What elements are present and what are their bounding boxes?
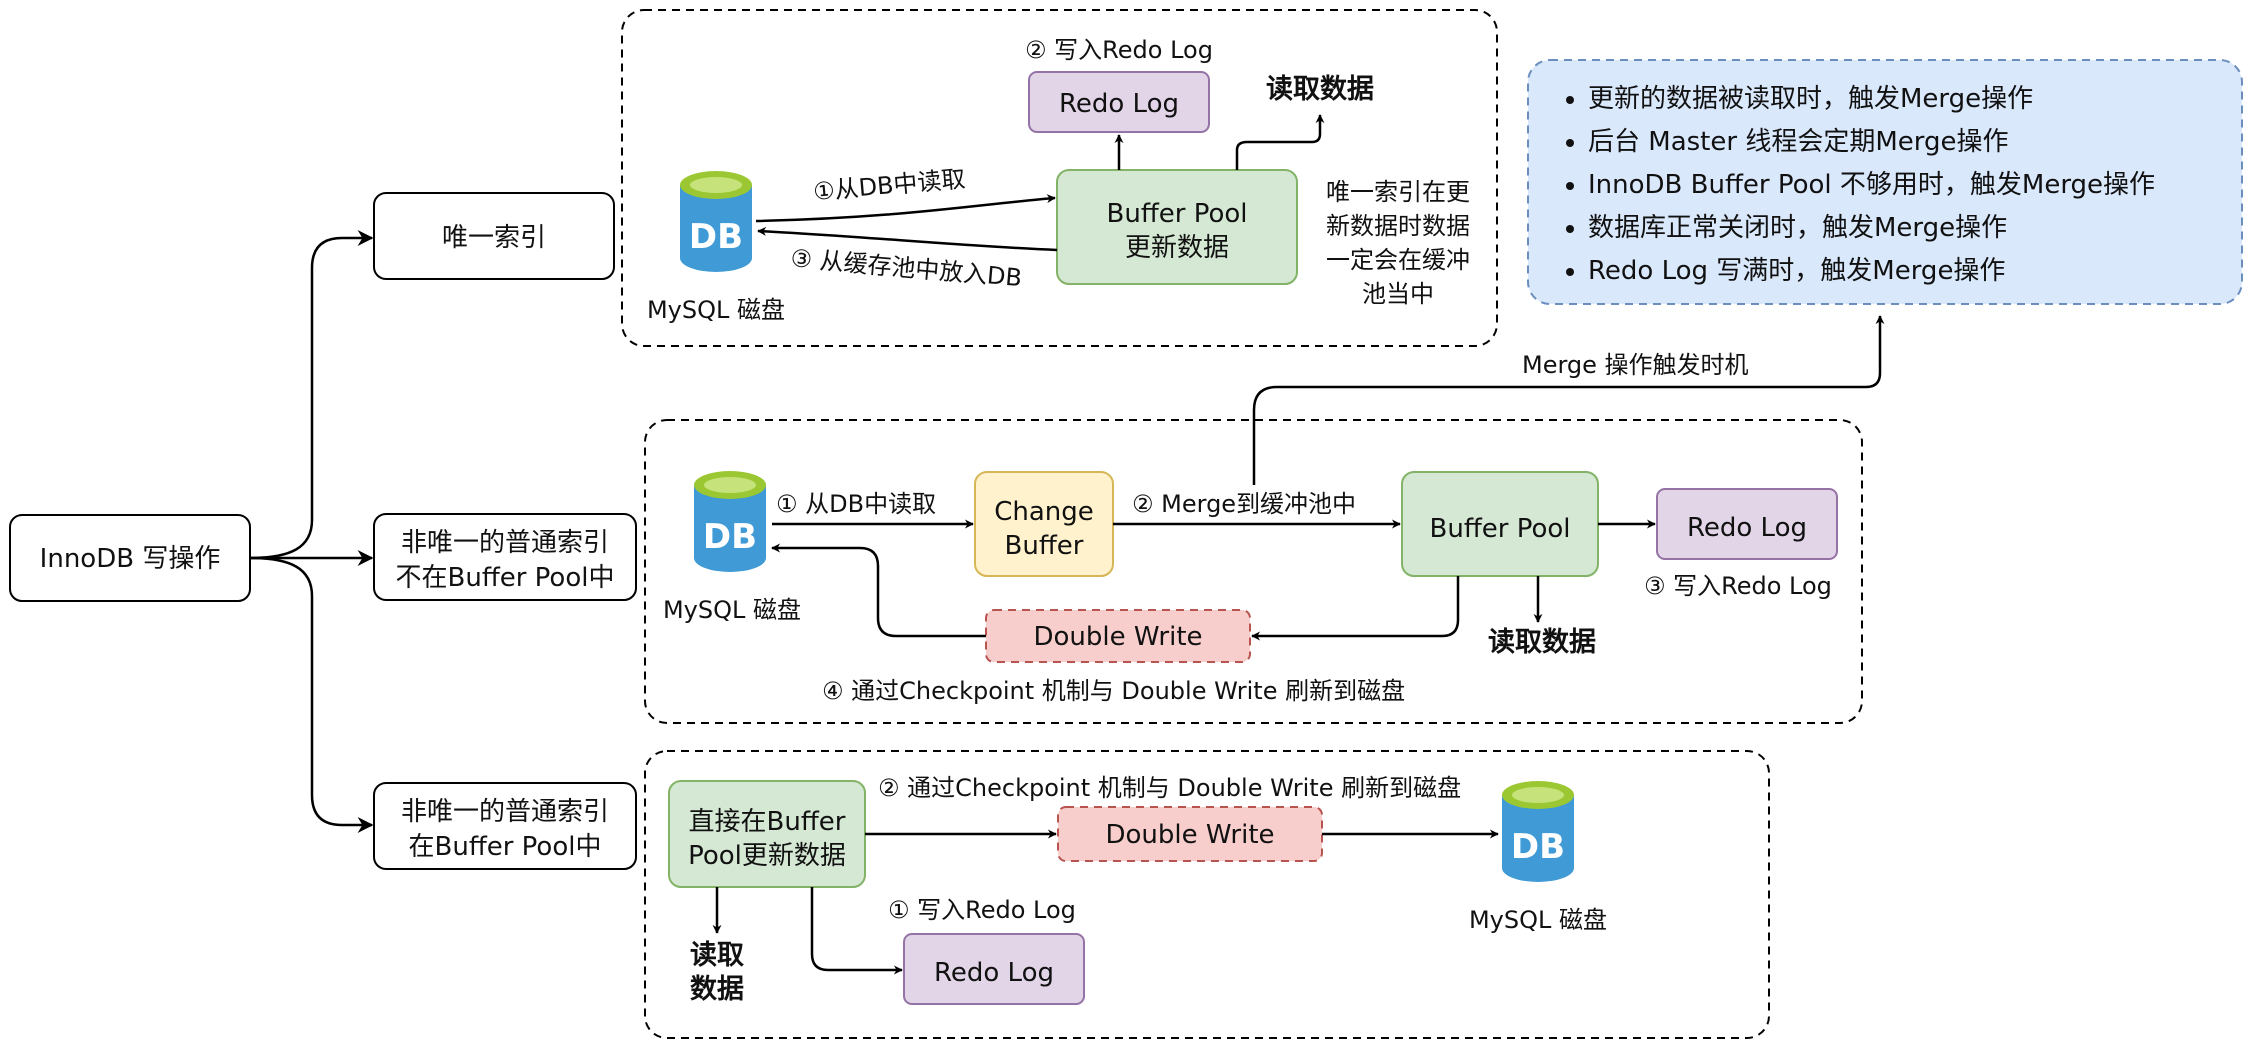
branch-not-in-pool-line1: 非唯一的普通索引 xyxy=(401,528,609,558)
section2-change-buffer-line2: Buffer xyxy=(1005,531,1084,561)
section1-note-line1: 唯一索引在更 xyxy=(1326,178,1470,206)
branch-unique-label: 唯一索引 xyxy=(442,223,546,253)
section2-db-icon: DB xyxy=(694,471,766,572)
branch-unique-index[interactable]: 唯一索引 xyxy=(373,192,615,280)
merge-timing-list: 更新的数据被读取时，触发Merge操作 后台 Master 线程会定期Merge… xyxy=(1528,60,2242,304)
arrow-buffer-pool-to-double-write xyxy=(1251,576,1460,641)
section2-step2-label: ② Merge到缓冲池中 xyxy=(1132,490,1356,518)
section3-db-glyph: DB xyxy=(1511,827,1565,867)
branch-in-pool-line1: 非唯一的普通索引 xyxy=(401,797,609,827)
branch-nonunique-in-pool[interactable]: 非唯一的普通索引 在Buffer Pool中 xyxy=(373,782,637,870)
section3-db-icon: DB xyxy=(1502,781,1574,882)
section2-change-buffer-line1: Change xyxy=(994,497,1094,527)
section1-step3-label: ③ 从缓存池中放入DB xyxy=(789,244,1023,292)
section2-double-write-label: Double Write xyxy=(1033,622,1202,652)
section3-double-write[interactable]: Double Write xyxy=(1057,806,1323,862)
arrow-double-write-to-db xyxy=(771,543,986,638)
section2-change-buffer[interactable]: Change Buffer xyxy=(974,471,1114,577)
section2-redo-log[interactable]: Redo Log xyxy=(1656,488,1838,560)
merge-timing-item: 数据库正常关闭时，触发Merge操作 xyxy=(1588,207,2222,250)
section3-update-box[interactable]: 直接在Buffer Pool更新数据 xyxy=(668,780,866,888)
section1-note-line4: 池当中 xyxy=(1362,280,1434,308)
section3-step1-label: ① 写入Redo Log xyxy=(888,896,1076,924)
section1-buffer-pool[interactable]: Buffer Pool 更新数据 xyxy=(1056,169,1298,285)
merge-timing-label: Merge 操作触发时机 xyxy=(1522,351,1749,379)
section2-buffer-pool[interactable]: Buffer Pool xyxy=(1401,471,1599,577)
branch-in-pool-line2: 在Buffer Pool中 xyxy=(409,832,602,862)
section1-note-line3: 一定会在缓冲 xyxy=(1326,246,1470,274)
section3-read-data-line2: 数据 xyxy=(690,974,744,1005)
root-node[interactable]: InnoDB 写操作 xyxy=(9,514,251,602)
section1-redo-log[interactable]: Redo Log xyxy=(1028,71,1210,133)
section1-buffer-pool-line1: Buffer Pool xyxy=(1107,199,1248,229)
section3-update-box-line2: Pool更新数据 xyxy=(688,841,846,871)
section2-db-glyph: DB xyxy=(703,517,757,557)
diagram-canvas: InnoDB 写操作 唯一索引 非唯一的普通索引 不在Buffer Pool中 … xyxy=(0,0,2250,1050)
branch-nonunique-not-in-pool[interactable]: 非唯一的普通索引 不在Buffer Pool中 xyxy=(373,513,637,601)
branch-connector-unique xyxy=(249,230,374,560)
arrow-buffer-pool-to-read xyxy=(1235,114,1325,170)
section1-db-glyph: DB xyxy=(689,217,743,257)
section1-step2-label: ② 写入Redo Log xyxy=(1025,36,1213,64)
section1-db-icon: DB xyxy=(680,171,752,272)
section2-read-data-label: 读取数据 xyxy=(1488,627,1596,658)
section1-redo-log-label: Redo Log xyxy=(1059,89,1179,119)
section2-step1-label: ① 从DB中读取 xyxy=(776,490,936,518)
merge-timing-item: Redo Log 写满时，触发Merge操作 xyxy=(1588,250,2222,293)
section2-double-write[interactable]: Double Write xyxy=(985,609,1251,663)
merge-timing-item: 后台 Master 线程会定期Merge操作 xyxy=(1588,121,2222,164)
branch-not-in-pool-line2: 不在Buffer Pool中 xyxy=(396,563,615,593)
section2-step3-label: ③ 写入Redo Log xyxy=(1644,572,1832,600)
section1-db-label: MySQL 磁盘 xyxy=(647,296,785,324)
section3-double-write-label: Double Write xyxy=(1105,820,1274,850)
branch-connector-in-pool xyxy=(249,556,374,833)
arrow-merge-timing xyxy=(1252,315,1885,485)
section2-step4-label: ④ 通过Checkpoint 机制与 Double Write 刷新到磁盘 xyxy=(822,677,1405,705)
section3-redo-log[interactable]: Redo Log xyxy=(903,933,1085,1005)
section3-redo-log-label: Redo Log xyxy=(934,958,1054,988)
section3-read-data-line1: 读取 xyxy=(690,940,744,971)
section1-read-data-label: 读取数据 xyxy=(1266,74,1374,105)
section1-buffer-pool-line2: 更新数据 xyxy=(1125,233,1229,263)
section3-db-label: MySQL 磁盘 xyxy=(1469,906,1607,934)
merge-timing-item: 更新的数据被读取时，触发Merge操作 xyxy=(1588,78,2222,121)
section2-db-label: MySQL 磁盘 xyxy=(663,596,801,624)
section2-redo-log-label: Redo Log xyxy=(1687,513,1807,543)
merge-timing-item: InnoDB Buffer Pool 不够用时，触发Merge操作 xyxy=(1588,164,2222,207)
section2-buffer-pool-label: Buffer Pool xyxy=(1430,514,1571,544)
section3-update-box-line1: 直接在Buffer xyxy=(689,807,846,837)
root-label: InnoDB 写操作 xyxy=(40,544,221,574)
arrow-db-to-buffer-pool xyxy=(755,194,1056,223)
section1-step1-label: ①从DB中读取 xyxy=(812,165,966,206)
section1-note-line2: 新数据时数据 xyxy=(1326,212,1470,240)
section3-step2-label: ② 通过Checkpoint 机制与 Double Write 刷新到磁盘 xyxy=(878,774,1461,802)
